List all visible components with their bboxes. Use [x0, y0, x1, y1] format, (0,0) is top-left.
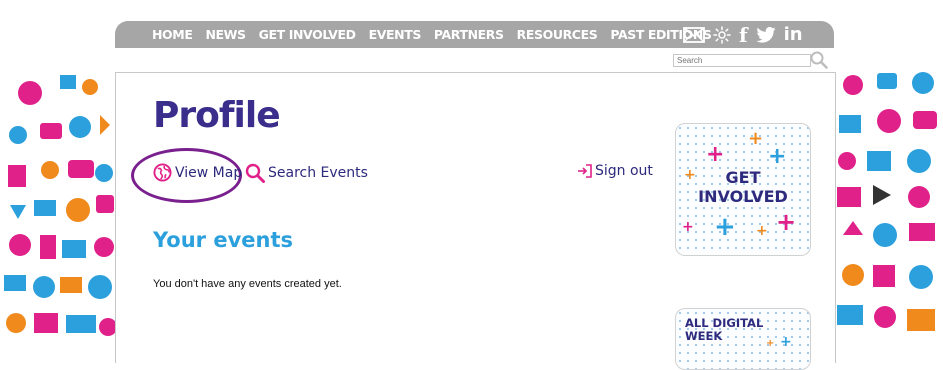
- social-icons: f in: [683, 21, 803, 48]
- search-events-label: Search Events: [268, 165, 368, 181]
- sign-out-icon: [578, 164, 592, 178]
- nav-home[interactable]: HOME: [152, 27, 193, 42]
- left-decorative-icons: [0, 65, 118, 350]
- empty-events-message: You don't have any events created yet.: [153, 278, 342, 290]
- view-map-label: View Map: [175, 164, 243, 181]
- digital-week-line2: WEEK: [685, 329, 723, 343]
- facebook-glyph: f: [739, 22, 748, 47]
- get-involved-line1: GET: [725, 168, 761, 187]
- plus-decoration: +: [748, 128, 764, 149]
- search-input[interactable]: [673, 54, 811, 67]
- plus-decoration: +: [768, 144, 787, 169]
- plus-decoration: +: [756, 223, 768, 239]
- linkedin-glyph: in: [783, 23, 803, 45]
- search-icon[interactable]: [810, 51, 828, 69]
- get-involved-banner[interactable]: + + + + + + + + GET INVOLVED: [675, 123, 811, 256]
- sign-out-label: Sign out: [595, 163, 653, 179]
- plus-decoration: +: [706, 142, 725, 167]
- rss-sun-icon[interactable]: [713, 25, 731, 44]
- globe-icon: [153, 163, 172, 182]
- envelope-icon[interactable]: [683, 26, 705, 43]
- nav-resources[interactable]: RESOURCES: [517, 27, 598, 42]
- view-map-link[interactable]: View Map: [153, 163, 242, 182]
- all-digital-week-banner[interactable]: ALL DIGITAL WEEK + +: [675, 308, 811, 370]
- nav-partners[interactable]: PARTNERS: [434, 27, 504, 42]
- magnifier-icon: [245, 163, 265, 183]
- top-navbar: HOME NEWS GET INVOLVED EVENTS PARTNERS R…: [115, 21, 834, 48]
- search-events-link[interactable]: Search Events: [245, 163, 368, 183]
- get-involved-line2: INVOLVED: [698, 187, 788, 206]
- digital-week-text: ALL DIGITAL WEEK: [685, 317, 763, 343]
- linkedin-icon[interactable]: in: [783, 23, 803, 45]
- twitter-icon[interactable]: [756, 26, 776, 43]
- facebook-icon[interactable]: f: [739, 25, 748, 45]
- plus-decoration: +: [780, 334, 792, 350]
- get-involved-text: GET INVOLVED: [676, 168, 810, 206]
- plus-decoration: +: [682, 219, 694, 235]
- nav-menu: HOME NEWS GET INVOLVED EVENTS PARTNERS R…: [152, 21, 725, 48]
- plus-decoration: +: [776, 208, 797, 236]
- nav-get-involved[interactable]: GET INVOLVED: [259, 27, 356, 42]
- nav-news[interactable]: NEWS: [205, 27, 246, 42]
- plus-decoration: +: [766, 338, 775, 349]
- sign-out-link[interactable]: Sign out: [577, 163, 653, 179]
- plus-decoration: +: [714, 212, 736, 242]
- nav-events[interactable]: EVENTS: [369, 27, 422, 42]
- right-decorative-icons: [833, 65, 943, 350]
- page-title: Profile: [153, 95, 281, 136]
- your-events-heading: Your events: [153, 228, 293, 252]
